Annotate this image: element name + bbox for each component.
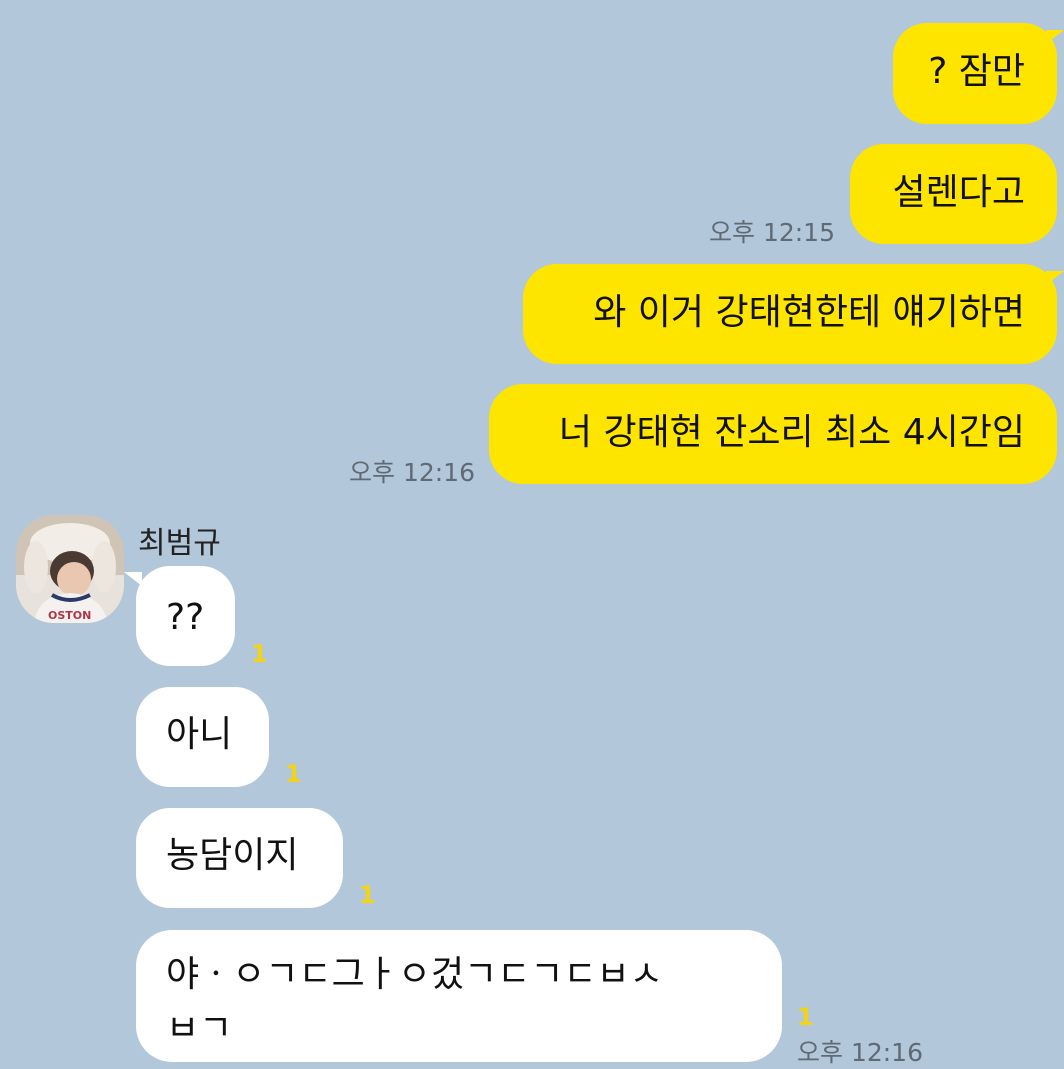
incoming-message[interactable]: 아니 bbox=[136, 687, 269, 787]
message-time: 오후 12:16 bbox=[349, 458, 475, 487]
incoming-message[interactable]: ?? bbox=[136, 566, 235, 666]
message-text-line2: ㅂㄱ bbox=[166, 1008, 233, 1049]
message-text: 너 강태현 잔소리 최소 4시간임 bbox=[558, 412, 1025, 453]
message-time: 오후 12:15 bbox=[709, 218, 835, 247]
message-text: 아니 bbox=[166, 714, 233, 755]
outgoing-message[interactable]: 와 이거 강태현한테 얘기하면 bbox=[523, 264, 1057, 364]
outgoing-message[interactable]: 설렌다고 bbox=[850, 144, 1057, 244]
incoming-message[interactable]: 야ㆍㅇㄱㄷ그ㅏㅇ겄ㄱㄷㄱㄷㅂㅅ ㅂㄱ bbox=[136, 930, 782, 1062]
bubble-tail bbox=[1046, 271, 1064, 285]
avatar[interactable]: OSTON bbox=[16, 515, 124, 623]
message-text: 야ㆍㅇㄱㄷ그ㅏㅇ겄ㄱㄷㄱㄷㅂㅅ bbox=[166, 954, 663, 995]
message-text: 설렌다고 bbox=[892, 172, 1025, 213]
bubble-tail bbox=[124, 572, 142, 586]
message-text: 와 이거 강태현한테 얘기하면 bbox=[593, 292, 1025, 333]
incoming-message[interactable]: 농담이지 bbox=[136, 808, 343, 908]
bubble-tail bbox=[1046, 30, 1064, 44]
unread-count: 1 bbox=[359, 881, 376, 909]
unread-count: 1 bbox=[285, 760, 302, 788]
message-text: 농담이지 bbox=[166, 835, 299, 876]
message-text: ? 잠만 bbox=[928, 51, 1025, 92]
sender-name: 최범규 bbox=[138, 526, 221, 561]
unread-count: 1 bbox=[797, 1003, 814, 1031]
message-time: 오후 12:16 bbox=[797, 1038, 923, 1067]
unread-count: 1 bbox=[251, 640, 268, 668]
outgoing-message[interactable]: 너 강태현 잔소리 최소 4시간임 bbox=[489, 384, 1057, 484]
profile-photo: OSTON bbox=[16, 515, 124, 623]
shirt-text: OSTON bbox=[48, 609, 91, 622]
message-text: ?? bbox=[166, 597, 205, 638]
outgoing-message[interactable]: ? 잠만 bbox=[893, 23, 1057, 124]
